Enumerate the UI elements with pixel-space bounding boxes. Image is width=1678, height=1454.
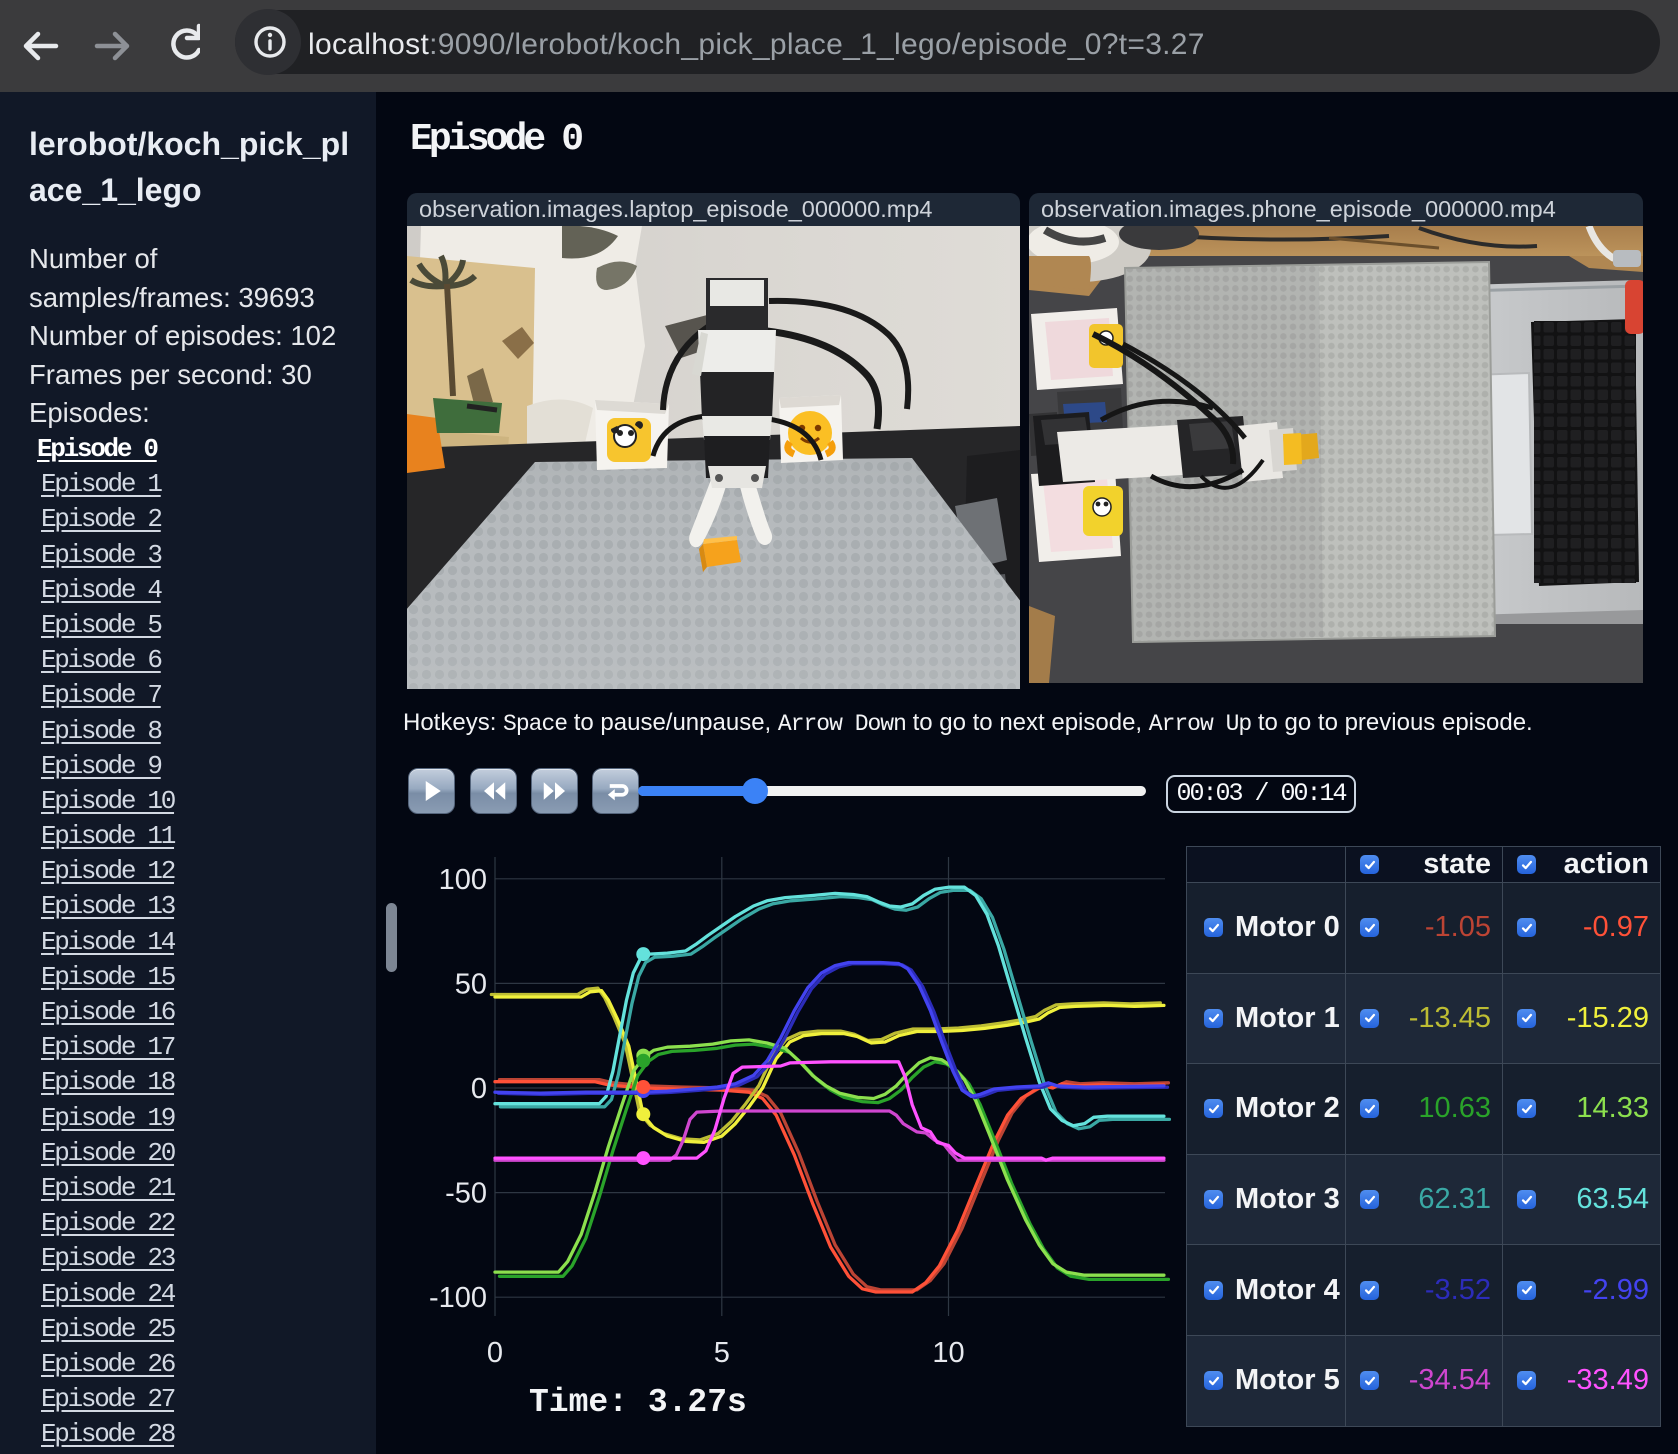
svg-text:0: 0 xyxy=(471,1073,487,1105)
svg-text:5: 5 xyxy=(714,1337,730,1369)
svg-text:-50: -50 xyxy=(445,1178,487,1210)
svg-text:-100: -100 xyxy=(429,1282,487,1314)
svg-text:Time: 3.27s: Time: 3.27s xyxy=(529,1384,747,1421)
svg-text:100: 100 xyxy=(439,864,487,896)
svg-text:50: 50 xyxy=(455,968,487,1000)
svg-text:10: 10 xyxy=(932,1337,964,1369)
svg-text:0: 0 xyxy=(487,1337,503,1369)
